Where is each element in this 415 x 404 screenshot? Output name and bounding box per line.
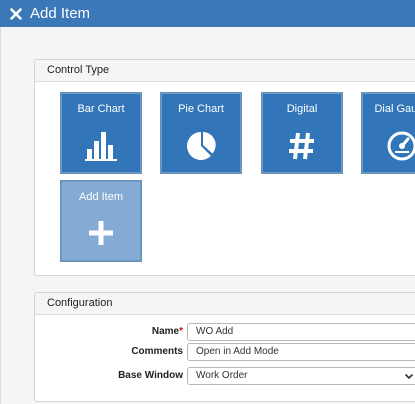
pie-chart-icon [187, 132, 216, 160]
dialog-body: Control Type Bar Chart Pie Chart Digital [0, 27, 415, 404]
comments-row: Comments Open in Add Mode [35, 343, 415, 363]
control-type-heading: Control Type [35, 60, 415, 82]
title-bar: Add Item [0, 0, 415, 27]
plus-icon [89, 221, 113, 245]
base-window-row: Base Window Work Order [35, 367, 415, 387]
tile-label: Bar Chart [77, 103, 125, 115]
bar-chart-icon [85, 132, 117, 161]
tile-digital[interactable]: Digital [262, 93, 342, 173]
comments-label: Comments [131, 346, 183, 357]
dial-gauge-icon [387, 131, 415, 161]
hashtag-icon [289, 132, 314, 160]
tile-add-item[interactable]: Add Item [61, 181, 141, 261]
tile-bar-chart[interactable]: Bar Chart [61, 93, 141, 173]
tile-pie-chart[interactable]: Pie Chart [161, 93, 241, 173]
control-type-panel: Control Type Bar Chart Pie Chart Digital [34, 59, 415, 276]
name-field[interactable]: WO Add [187, 323, 415, 341]
tile-label: Digital [286, 103, 318, 115]
comments-field[interactable]: Open in Add Mode [187, 343, 415, 361]
tile-label: Dial Gauge [374, 103, 415, 115]
chevron-down-icon [404, 373, 414, 380]
configuration-panel: Configuration Name* WO Add Comments Open… [34, 292, 415, 402]
base-window-value: Work Order [196, 370, 248, 381]
tile-dial-gauge[interactable]: Dial Gauge [362, 93, 415, 173]
configuration-heading: Configuration [35, 293, 415, 315]
name-label: Name* [151, 326, 183, 337]
close-icon[interactable] [9, 7, 23, 21]
window-title: Add Item [30, 5, 91, 22]
name-row: Name* WO Add [35, 323, 415, 343]
tile-label: Pie Chart [178, 103, 224, 115]
tile-label: Add Item [78, 191, 124, 203]
required-marker: * [179, 326, 183, 337]
base-window-select[interactable]: Work Order [187, 367, 415, 385]
base-window-label: Base Window [118, 370, 183, 381]
